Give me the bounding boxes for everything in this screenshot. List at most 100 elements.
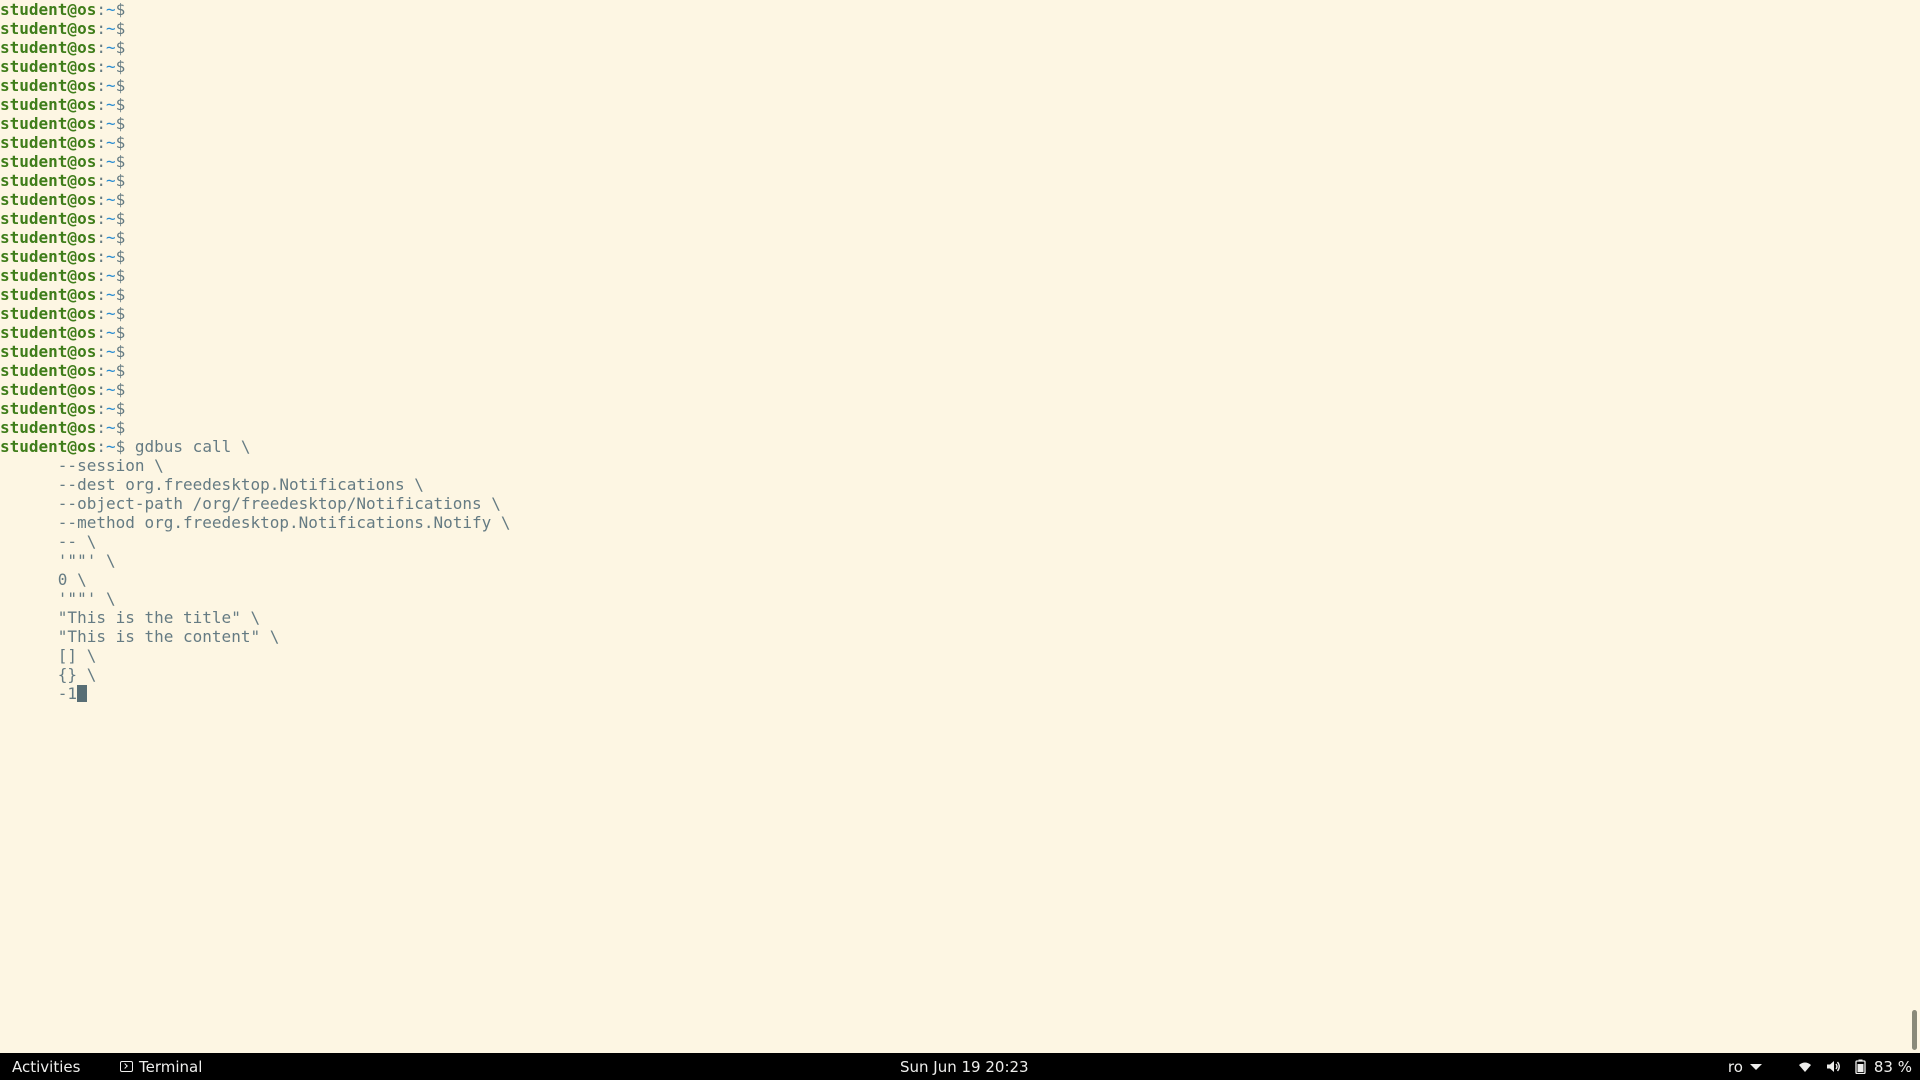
prompt-path: ~: [105, 304, 116, 323]
prompt-dollar: $: [115, 152, 126, 171]
prompt-dollar: $: [115, 57, 126, 76]
prompt-line: student@os:~$: [0, 361, 1908, 380]
prompt-line: student@os:~$: [0, 266, 1908, 285]
terminal-window[interactable]: student@os:~$ student@os:~$ student@os:~$ s…: [0, 0, 1908, 1053]
prompt-separator: :: [96, 114, 106, 133]
prompt-separator: :: [96, 190, 106, 209]
prompt-user: student@os: [0, 342, 97, 361]
command-continuation-line: --session \: [0, 456, 164, 475]
prompt-separator: :: [96, 0, 106, 19]
prompt-path: ~: [105, 323, 116, 342]
prompt-user: student@os: [0, 209, 97, 228]
prompt-dollar: $: [115, 418, 126, 437]
prompt-dollar: $: [115, 285, 126, 304]
prompt-user: student@os: [0, 57, 97, 76]
prompt-separator: :: [96, 247, 106, 266]
prompt-path: ~: [105, 133, 116, 152]
prompt-path: ~: [105, 114, 116, 133]
status-area[interactable]: ro 83 %: [1728, 1058, 1912, 1076]
prompt-separator: :: [96, 323, 106, 342]
prompt-line: student@os:~$: [0, 209, 1908, 228]
prompt-separator: :: [96, 133, 106, 152]
prompt-line: student@os:~$: [0, 323, 1908, 342]
command-continuation-line: -- \: [0, 532, 97, 551]
prompt-user: student@os: [0, 152, 97, 171]
prompt-dollar: $: [115, 171, 126, 190]
prompt-separator: :: [96, 57, 106, 76]
prompt-line: student@os:~$: [0, 418, 1908, 437]
prompt-user: student@os: [0, 323, 97, 342]
prompt-line: student@os:~$: [0, 95, 1908, 114]
prompt-user: student@os: [0, 0, 97, 19]
prompt-user: student@os: [0, 76, 97, 95]
wifi-icon[interactable]: [1798, 1061, 1812, 1073]
prompt-separator: :: [96, 304, 106, 323]
prompt-line: student@os:~$: [0, 228, 1908, 247]
prompt-line: student@os:~$: [0, 247, 1908, 266]
app-menu-label: Terminal: [139, 1057, 203, 1076]
clock[interactable]: Sun Jun 19 20:23: [900, 1058, 1120, 1076]
chevron-down-icon: [1749, 1063, 1762, 1070]
prompt-dollar: $: [115, 114, 126, 133]
prompt-path: ~: [105, 228, 116, 247]
command-text: gdbus call \: [125, 437, 251, 456]
prompt-line: student@os:~$: [0, 38, 1908, 57]
prompt-line: student@os:~$: [0, 133, 1908, 152]
prompt-user: student@os: [0, 247, 97, 266]
prompt-separator: :: [96, 76, 106, 95]
top-bar: Activities Terminal Sun Jun 19 20:23 ro: [0, 1053, 1920, 1080]
prompt-user: student@os: [0, 361, 97, 380]
prompt-user: student@os: [0, 228, 97, 247]
prompt-line: student@os:~$: [0, 57, 1908, 76]
prompt-dollar: $: [115, 437, 126, 456]
prompt-user: student@os: [0, 114, 97, 133]
prompt-line: student@os:~$: [0, 0, 1908, 19]
prompt-path: ~: [105, 209, 116, 228]
prompt-path: ~: [105, 76, 116, 95]
prompt-dollar: $: [115, 19, 126, 38]
prompt-path: ~: [105, 152, 116, 171]
input-language-indicator[interactable]: ro: [1728, 1058, 1762, 1076]
command-continuation-line: {} \: [0, 665, 97, 684]
prompt-path: ~: [105, 57, 116, 76]
prompt-dollar: $: [115, 209, 126, 228]
prompt-dollar: $: [115, 304, 126, 323]
prompt-dollar: $: [115, 380, 126, 399]
prompt-user: student@os: [0, 266, 97, 285]
terminal-scrollbar[interactable]: [1908, 0, 1920, 1053]
prompt-line: student@os:~$: [0, 380, 1908, 399]
prompt-user: student@os: [0, 95, 97, 114]
prompt-separator: :: [96, 399, 106, 418]
prompt-dollar: $: [115, 247, 126, 266]
prompt-dollar: $: [115, 133, 126, 152]
prompt-dollar: $: [115, 228, 126, 247]
scrollbar-thumb[interactable]: [1912, 1010, 1917, 1050]
command-continuation-line: '""' \: [0, 551, 116, 570]
prompt-path: ~: [105, 38, 116, 57]
activities-button[interactable]: Activities: [0, 1058, 102, 1076]
prompt-separator: :: [96, 361, 106, 380]
terminal-icon: [120, 1061, 133, 1072]
prompt-separator: :: [96, 285, 106, 304]
battery-icon[interactable]: [1855, 1059, 1866, 1074]
command-continuation-line: "This is the content" \: [0, 627, 280, 646]
prompt-dollar: $: [115, 266, 126, 285]
text-cursor: [77, 685, 88, 702]
command-continuation-line: "This is the title" \: [0, 608, 261, 627]
prompt-user: student@os: [0, 304, 97, 323]
prompt-user: student@os: [0, 380, 97, 399]
prompt-user: student@os: [0, 19, 97, 38]
prompt-separator: :: [96, 95, 106, 114]
prompt-dollar: $: [115, 76, 126, 95]
volume-icon[interactable]: [1826, 1060, 1841, 1073]
prompt-path: ~: [105, 171, 116, 190]
prompt-line: student@os:~$: [0, 171, 1908, 190]
prompt-dollar: $: [115, 190, 126, 209]
command-last-text: -1: [0, 684, 78, 703]
prompt-separator: :: [96, 209, 106, 228]
command-last-line: -1: [0, 684, 1908, 703]
prompt-line: student@os:~$: [0, 152, 1908, 171]
prompt-path: ~: [105, 361, 116, 380]
app-menu-terminal[interactable]: Terminal: [120, 1058, 202, 1076]
prompt-path: ~: [105, 418, 116, 437]
